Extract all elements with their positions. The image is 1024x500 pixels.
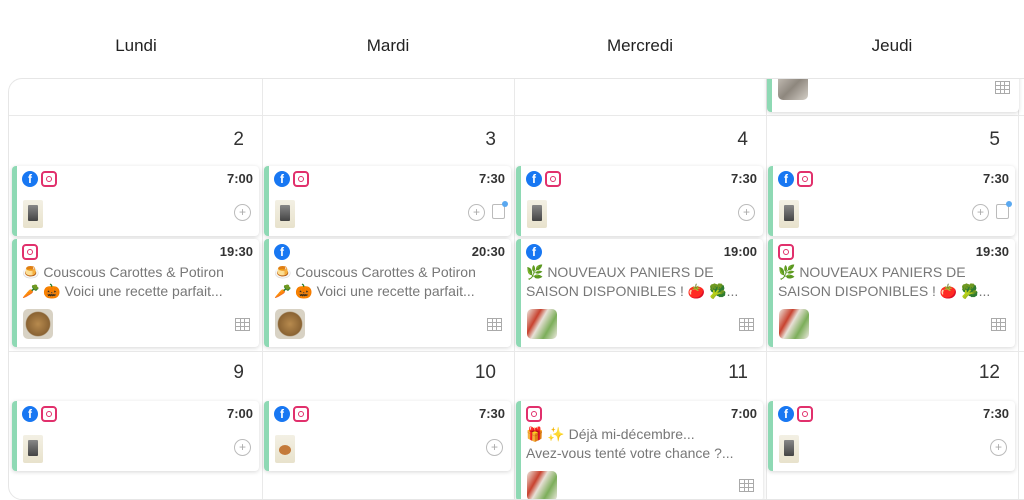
facebook-icon: f bbox=[526, 171, 542, 187]
instagram-icon bbox=[293, 406, 309, 422]
grid-view-icon[interactable] bbox=[991, 318, 1006, 331]
facebook-icon: f bbox=[526, 244, 542, 260]
post-time: 19:30 bbox=[975, 244, 1009, 259]
post-time: 7:00 bbox=[730, 406, 757, 421]
facebook-icon: f bbox=[274, 406, 290, 422]
add-icon[interactable]: + bbox=[234, 204, 251, 221]
facebook-icon: f bbox=[274, 244, 290, 260]
post-card[interactable]: f 19:00 🌿 NOUVEAUX PANIERS DE SAISON DISP… bbox=[516, 239, 763, 347]
day-number: 4 bbox=[737, 129, 748, 150]
post-card[interactable]: 19:30 🌿 NOUVEAUX PANIERS DE SAISON DISPON… bbox=[768, 239, 1015, 347]
post-card[interactable]: 7:00 🎁 ✨ Déjà mi-décembre... Avez-vous te… bbox=[516, 401, 763, 499]
post-image-thumbnail bbox=[527, 309, 557, 339]
row-divider bbox=[9, 351, 1024, 352]
post-time: 7:30 bbox=[982, 406, 1009, 421]
post-image-thumbnail bbox=[779, 309, 809, 339]
post-image-thumbnail bbox=[23, 200, 43, 228]
facebook-icon: f bbox=[274, 171, 290, 187]
row-divider bbox=[9, 115, 1024, 116]
facebook-icon: f bbox=[778, 406, 794, 422]
post-caption: 🍮 Couscous Carottes & Potiron 🥕 🎃 Voici u… bbox=[22, 264, 224, 299]
column-divider bbox=[262, 79, 263, 499]
note-icon[interactable] bbox=[492, 201, 508, 219]
instagram-icon bbox=[778, 244, 794, 260]
grid-view-icon[interactable] bbox=[995, 81, 1010, 94]
post-image-thumbnail bbox=[527, 200, 547, 228]
post-image-thumbnail bbox=[23, 435, 43, 463]
day-number: 3 bbox=[485, 129, 496, 150]
column-divider bbox=[766, 79, 767, 499]
instagram-icon bbox=[41, 406, 57, 422]
instagram-icon bbox=[22, 244, 38, 260]
day-number: 5 bbox=[989, 129, 1000, 150]
post-card[interactable]: f 7:00 + bbox=[12, 166, 259, 236]
instagram-icon bbox=[526, 406, 542, 422]
day-header-mercredi: Mercredi bbox=[606, 36, 674, 55]
grid-view-icon[interactable] bbox=[739, 479, 754, 492]
add-icon[interactable]: + bbox=[468, 204, 485, 221]
day-number: 10 bbox=[474, 362, 496, 383]
column-divider bbox=[1018, 79, 1019, 499]
day-header-jeudi: Jeudi bbox=[871, 36, 913, 55]
day-header-lundi: Lundi bbox=[115, 36, 157, 55]
post-card[interactable]: f 7:30 + bbox=[264, 401, 511, 471]
post-time: 20:30 bbox=[471, 244, 505, 259]
post-time: 7:30 bbox=[982, 171, 1009, 186]
post-time: 7:30 bbox=[478, 406, 505, 421]
post-card[interactable]: 19:30 🍮 Couscous Carottes & Potiron 🥕 🎃 V… bbox=[12, 239, 259, 347]
post-image-thumbnail bbox=[779, 200, 799, 228]
note-icon[interactable] bbox=[996, 201, 1012, 219]
post-image-thumbnail bbox=[23, 309, 53, 339]
grid-view-icon[interactable] bbox=[739, 318, 754, 331]
post-time: 19:30 bbox=[219, 244, 253, 259]
day-number: 11 bbox=[728, 362, 748, 383]
day-number: 12 bbox=[978, 362, 1000, 383]
column-divider bbox=[514, 79, 515, 499]
post-card[interactable]: f 20:30 🍮 Couscous Carottes & Potiron 🥕 🎃… bbox=[264, 239, 511, 347]
instagram-icon bbox=[797, 171, 813, 187]
post-card[interactable]: f 7:00 + bbox=[12, 401, 259, 471]
post-card[interactable]: f 7:30 + bbox=[516, 166, 763, 236]
post-image-thumbnail bbox=[275, 309, 305, 339]
post-image-thumbnail bbox=[527, 471, 557, 499]
day-header-mardi: Mardi bbox=[366, 36, 410, 55]
post-image-thumbnail bbox=[779, 435, 799, 463]
instagram-icon bbox=[41, 171, 57, 187]
post-card[interactable]: f 7:30 + bbox=[768, 166, 1015, 236]
facebook-icon: f bbox=[22, 406, 38, 422]
post-caption: 🍮 Couscous Carottes & Potiron 🥕 🎃 Voici u… bbox=[274, 264, 476, 299]
facebook-icon: f bbox=[778, 171, 794, 187]
instagram-icon bbox=[797, 406, 813, 422]
post-time: 19:00 bbox=[723, 244, 757, 259]
post-image-thumbnail bbox=[275, 435, 295, 463]
instagram-icon bbox=[293, 171, 309, 187]
calendar-grid: 2 3 4 5 f 7:00 + f 7:30 + f 7:30 + f 7:3… bbox=[8, 78, 1024, 500]
day-number: 9 bbox=[233, 362, 244, 383]
grid-view-icon[interactable] bbox=[235, 318, 250, 331]
post-time: 7:00 bbox=[226, 406, 253, 421]
facebook-icon: f bbox=[22, 171, 38, 187]
post-time: 7:30 bbox=[478, 171, 505, 186]
grid-view-icon[interactable] bbox=[487, 318, 502, 331]
post-caption: 🌿 NOUVEAUX PANIERS DE SAISON DISPONIBLES … bbox=[778, 264, 991, 299]
post-time: 7:30 bbox=[730, 171, 757, 186]
instagram-icon bbox=[545, 171, 561, 187]
add-icon[interactable]: + bbox=[738, 204, 755, 221]
post-image-thumbnail bbox=[778, 79, 808, 100]
add-icon[interactable]: + bbox=[234, 439, 251, 456]
post-card[interactable]: f 7:30 + bbox=[264, 166, 511, 236]
add-icon[interactable]: + bbox=[972, 204, 989, 221]
day-number: 2 bbox=[233, 129, 244, 150]
add-icon[interactable]: + bbox=[486, 439, 503, 456]
post-card[interactable]: f 7:30 + bbox=[768, 401, 1015, 471]
post-time: 7:00 bbox=[226, 171, 253, 186]
post-caption: 🎁 ✨ Déjà mi-décembre... Avez-vous tenté v… bbox=[526, 426, 734, 461]
add-icon[interactable]: + bbox=[990, 439, 1007, 456]
post-image-thumbnail bbox=[275, 200, 295, 228]
post-card-jeudi-prev[interactable] bbox=[767, 79, 1019, 112]
post-caption: 🌿 NOUVEAUX PANIERS DE SAISON DISPONIBLES … bbox=[526, 264, 739, 299]
